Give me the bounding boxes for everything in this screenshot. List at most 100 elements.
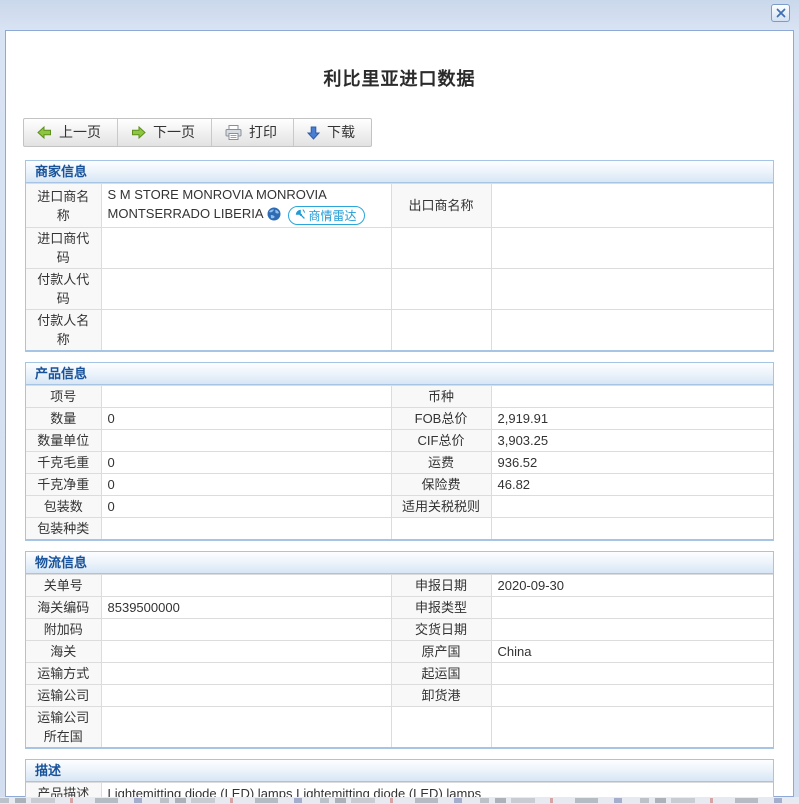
- table-row: 关单号 申报日期 2020-09-30: [26, 574, 773, 597]
- field-value: [490, 227, 773, 269]
- field-label: 进口商名称: [26, 183, 102, 228]
- field-value: [100, 662, 392, 685]
- green-arrow-right-icon: [131, 126, 146, 139]
- field-value: 2020-09-30: [490, 574, 773, 597]
- field-label: 数量: [26, 407, 102, 430]
- table-row: 进口商代码: [26, 227, 773, 269]
- field-value: [490, 385, 773, 408]
- field-label: [390, 268, 492, 310]
- field-label: 数量单位: [26, 429, 102, 452]
- field-label: [390, 227, 492, 269]
- field-label: 付款人代码: [26, 268, 102, 310]
- table-row: 附加码 交货日期: [26, 618, 773, 641]
- table-row: 千克净重 0 保险费 46.82: [26, 473, 773, 496]
- field-value: [100, 618, 392, 641]
- field-value: 2,919.91: [490, 407, 773, 430]
- table-row: 数量单位 CIF总价 3,903.25: [26, 429, 773, 452]
- toolbar-button-label: 下载: [327, 124, 355, 140]
- field-label: 适用关税税则: [390, 495, 492, 518]
- blue-arrow-down-icon: [307, 126, 320, 140]
- toolbar-button-next-page[interactable]: 下一页: [118, 119, 212, 146]
- field-value: [490, 618, 773, 641]
- field-value: [100, 429, 392, 452]
- field-label: 币种: [390, 385, 492, 408]
- background-page-sliver: [0, 797, 799, 804]
- field-label: 付款人名称: [26, 309, 102, 350]
- field-label: 原产国: [390, 640, 492, 663]
- field-value: 46.82: [490, 473, 773, 496]
- section-header: 物流信息: [26, 552, 773, 574]
- field-label: [390, 517, 492, 539]
- section-table: 进口商名称 S M STORE MONROVIA MONROVIA MONTSER…: [26, 183, 773, 350]
- field-value: 3,903.25: [490, 429, 773, 452]
- section: 商家信息 进口商名称 S M STORE MONROVIA MONROVIA MON…: [25, 160, 774, 352]
- field-label: [390, 309, 492, 350]
- close-icon: [776, 6, 786, 21]
- field-value: [490, 662, 773, 685]
- green-arrow-left-icon: [37, 126, 52, 139]
- field-value: [490, 309, 773, 350]
- table-row: 付款人名称: [26, 309, 773, 350]
- field-value: 0: [100, 495, 392, 518]
- field-label: 运输方式: [26, 662, 102, 685]
- toolbar-button-label: 上一页: [59, 124, 101, 140]
- field-label: FOB总价: [390, 407, 492, 430]
- globe-icon[interactable]: [267, 207, 281, 226]
- field-value: [490, 596, 773, 619]
- field-value: 8539500000: [100, 596, 392, 619]
- radar-icon: [294, 208, 306, 223]
- toolbar-button-prev-page[interactable]: 上一页: [24, 119, 118, 146]
- toolbar: 上一页 下一页 打印 下载: [23, 118, 372, 147]
- section-header: 商家信息: [26, 161, 773, 183]
- field-value: 0: [100, 473, 392, 496]
- field-label: 运输公司: [26, 684, 102, 707]
- table-row: 运输公司 卸货港: [26, 684, 773, 707]
- section: 产品信息 项号 币种 数量 0 FOB总价 2,919.91 数量单位 CIF总价 3,903.2…: [25, 362, 774, 541]
- field-label: 卸货港: [390, 684, 492, 707]
- field-value: [100, 684, 392, 707]
- field-value: [490, 684, 773, 707]
- field-label: 申报类型: [390, 596, 492, 619]
- field-value: [490, 517, 773, 539]
- toolbar-button-label: 打印: [249, 124, 277, 140]
- field-value: 0: [100, 407, 392, 430]
- section-table: 关单号 申报日期 2020-09-30 海关编码 8539500000 申报类型 附加码 交货…: [26, 574, 773, 747]
- field-label: 交货日期: [390, 618, 492, 641]
- field-label: 项号: [26, 385, 102, 408]
- field-value: [100, 706, 392, 747]
- business-radar-badge[interactable]: 商情雷达: [287, 206, 365, 225]
- section-header: 描述: [26, 760, 773, 782]
- toolbar-button-download[interactable]: 下载: [294, 119, 371, 146]
- field-value: [100, 517, 392, 539]
- field-label: CIF总价: [390, 429, 492, 452]
- field-value: [100, 227, 392, 269]
- printer-icon: [225, 125, 242, 140]
- import-data-dialog: 利比里亚进口数据 上一页 下一页 打印 下载 商家信息 进口商名称 S M STORE M…: [5, 30, 794, 804]
- toolbar-button-label: 下一页: [153, 124, 195, 140]
- field-value: [490, 268, 773, 310]
- page-background: { "window": { "close_icon": "close-x-ico…: [0, 0, 799, 804]
- field-label: 附加码: [26, 618, 102, 641]
- field-value: 936.52: [490, 451, 773, 474]
- toolbar-button-print[interactable]: 打印: [212, 119, 294, 146]
- field-label: 运输公司所在国: [26, 706, 102, 747]
- close-button[interactable]: [771, 4, 790, 22]
- business-radar-label: 商情雷达: [308, 208, 357, 223]
- table-row: 付款人代码: [26, 268, 773, 310]
- field-value: [100, 385, 392, 408]
- table-row: 包装数 0 适用关税税则: [26, 495, 773, 518]
- field-label: [390, 706, 492, 747]
- table-row: 项号 币种: [26, 385, 773, 408]
- field-label: 保险费: [390, 473, 492, 496]
- table-row: 运输方式 起运国: [26, 662, 773, 685]
- sections-container: 商家信息 进口商名称 S M STORE MONROVIA MONROVIA MON…: [25, 160, 774, 804]
- table-row: 千克毛重 0 运费 936.52: [26, 451, 773, 474]
- field-value: China: [490, 640, 773, 663]
- field-label: 包装数: [26, 495, 102, 518]
- field-label: 运费: [390, 451, 492, 474]
- field-label: 千克净重: [26, 473, 102, 496]
- field-value: [100, 268, 392, 310]
- field-label: 进口商代码: [26, 227, 102, 269]
- table-row: 包装种类: [26, 517, 773, 539]
- section-header: 产品信息: [26, 363, 773, 385]
